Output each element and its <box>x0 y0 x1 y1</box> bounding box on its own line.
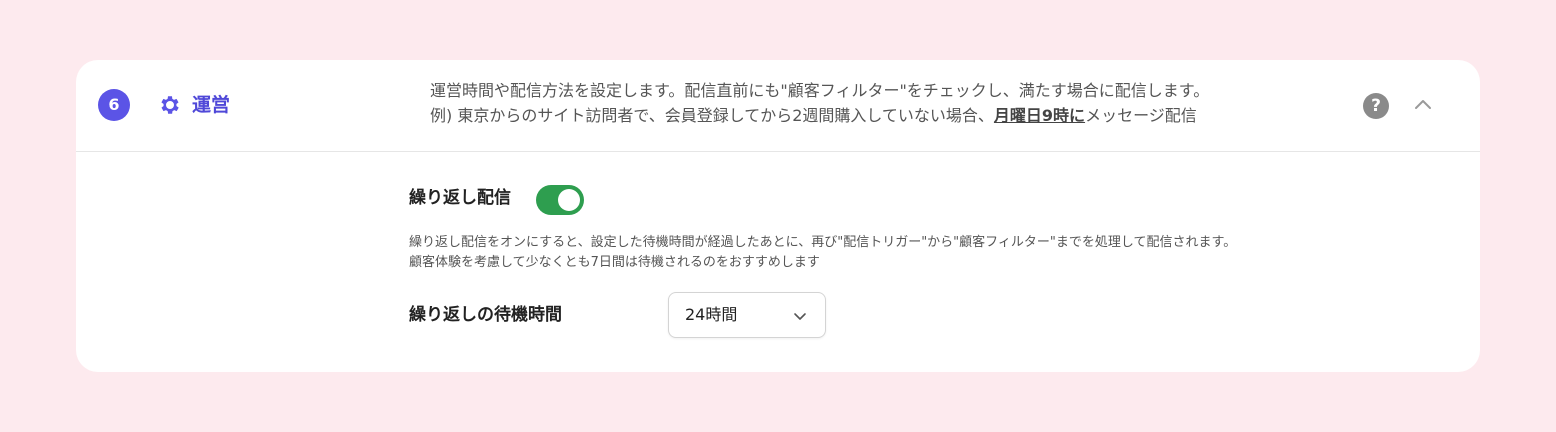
description-highlight: 月曜日9時に <box>993 106 1086 125</box>
section-header[interactable]: 6 運営 運営時間や配信方法を設定します。配信直前にも"顧客フィルター"をチェッ… <box>76 60 1480 152</box>
repeat-hint: 繰り返し配信をオンにすると、設定した待機時間が経過したあとに、再び"配信トリガー… <box>409 233 1449 273</box>
description-line-2: 例) 東京からのサイト訪問者で、会員登録してから2週間購入していない場合、月曜日… <box>430 103 1330 128</box>
repeat-toggle[interactable] <box>536 185 584 215</box>
gear-icon <box>161 96 179 114</box>
chevron-down-icon <box>794 313 806 320</box>
description-line-1: 運営時間や配信方法を設定します。配信直前にも"顧客フィルター"をチェックし、満た… <box>430 81 1210 100</box>
step-badge: 6 <box>98 89 130 121</box>
wait-time-value: 24時間 <box>685 305 738 324</box>
description-suffix: メッセージ配信 <box>1085 106 1197 125</box>
section-body: 繰り返し配信 繰り返し配信をオンにすると、設定した待機時間が経過したあとに、再び… <box>76 153 1480 372</box>
section-title: 運営 <box>192 94 231 116</box>
hint-line-2: 顧客体験を考慮して少なくとも7日間は待機されるのをおすすめします <box>409 255 820 270</box>
section-description: 運営時間や配信方法を設定します。配信直前にも"顧客フィルター"をチェックし、満た… <box>430 78 1330 128</box>
settings-card: 6 運営 運営時間や配信方法を設定します。配信直前にも"顧客フィルター"をチェッ… <box>76 60 1480 372</box>
chevron-up-icon[interactable] <box>1412 94 1434 116</box>
wait-time-select[interactable]: 24時間 <box>668 292 826 338</box>
hint-line-1: 繰り返し配信をオンにすると、設定した待機時間が経過したあとに、再び"配信トリガー… <box>409 235 1237 250</box>
repeat-label: 繰り返し配信 <box>409 188 511 208</box>
description-prefix: 例) 東京からのサイト訪問者で、会員登録してから2週間購入していない場合、 <box>430 106 994 125</box>
toggle-knob <box>558 189 580 211</box>
wait-time-label: 繰り返しの待機時間 <box>409 305 562 325</box>
help-icon[interactable]: ? <box>1363 93 1389 119</box>
